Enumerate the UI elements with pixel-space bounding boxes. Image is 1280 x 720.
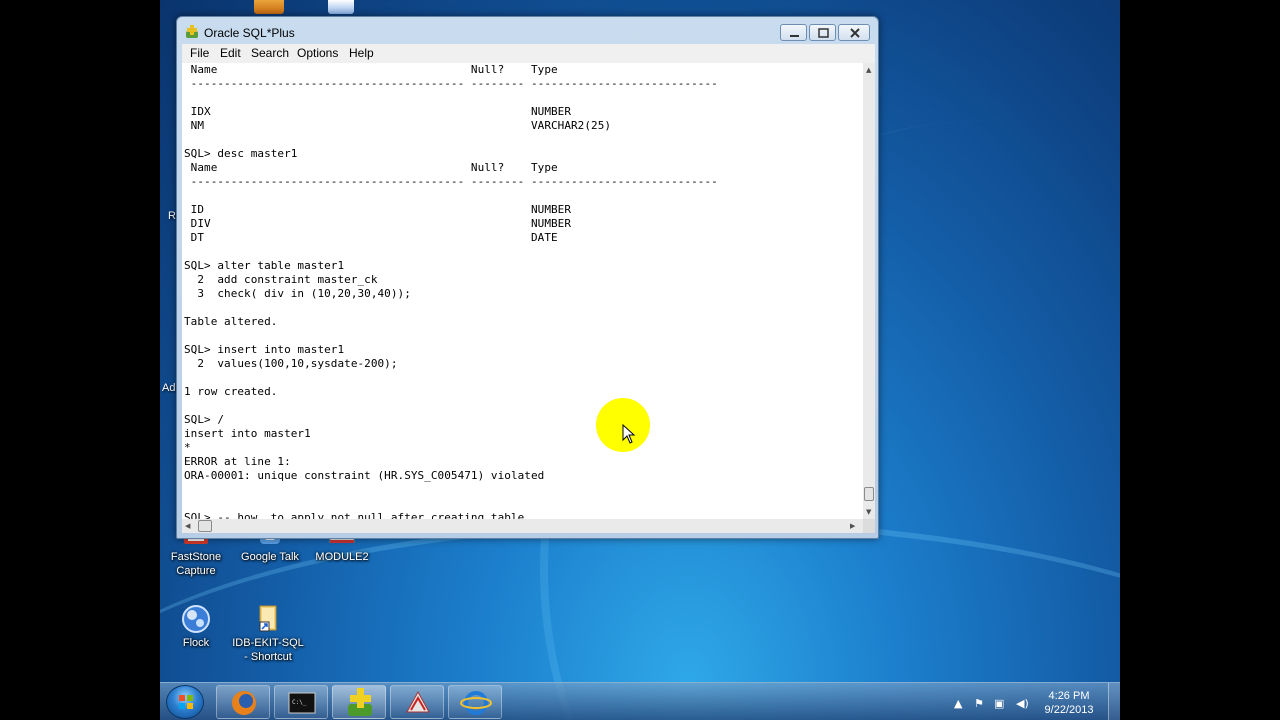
console-line: DT DATE [184, 231, 558, 244]
console-line: SQL> desc master1 [184, 147, 298, 160]
scroll-up-icon[interactable]: ▲ [866, 65, 871, 75]
console-line: 2 add constraint master_ck [184, 273, 378, 286]
console-line: ----------------------------------------… [184, 77, 718, 90]
show-desktop-button[interactable] [1108, 683, 1120, 720]
svg-text:C:\_: C:\_ [292, 699, 307, 706]
console-line: SQL> -- how to apply not null after crea… [184, 511, 525, 519]
flock-icon [178, 604, 214, 634]
horizontal-scrollbar[interactable]: ◀ ▶ [182, 519, 863, 533]
window-titlebar[interactable]: Oracle SQL*Plus [177, 17, 878, 47]
maximize-button[interactable] [809, 24, 836, 41]
minimize-button[interactable] [780, 24, 807, 41]
console-line: IDX NUMBER [184, 105, 572, 118]
clock-time: 4:26 PM [1048, 690, 1090, 702]
horizontal-scroll-thumb[interactable] [198, 520, 212, 532]
console-line: SQL> alter table master1 [184, 259, 345, 272]
start-button[interactable] [166, 685, 204, 719]
console-output: Name Null? Type ------------------------… [184, 63, 718, 519]
taskbar-cmd[interactable]: C:\_ [274, 685, 328, 719]
taskbar: C:\_ ▲ ⚑ ▣ ◀) 4:26 PM 9/22/2013 [160, 682, 1120, 720]
close-icon [850, 28, 860, 38]
console-line: ORA-00001: unique constraint (HR.SYS_C00… [184, 469, 545, 482]
scroll-down-icon[interactable]: ▼ [866, 507, 871, 517]
cmd-icon: C:\_ [288, 692, 316, 714]
minimize-icon [790, 35, 799, 37]
menu-edit[interactable]: Edit [220, 46, 241, 60]
console-line: Name Null? Type [184, 161, 558, 174]
menu-file[interactable]: File [190, 46, 209, 60]
window-title: Oracle SQL*Plus [204, 26, 295, 40]
console-line: NM VARCHAR2(25) [184, 119, 612, 132]
sqlplus-window[interactable]: Oracle SQL*Plus File Edit Search Options… [176, 16, 879, 539]
sqlplus-console[interactable]: Name Null? Type ------------------------… [182, 63, 863, 519]
sqlplus-app-icon [186, 25, 198, 38]
scrollbar-corner [863, 519, 875, 533]
taskbar-internet-explorer[interactable] [448, 685, 502, 719]
desktop-icon-label: FastStone Capture [170, 551, 222, 577]
menu-options[interactable]: Options [297, 46, 338, 60]
desktop-icon-label: Flock [182, 637, 210, 649]
vertical-scrollbar[interactable]: ▲ ▼ [863, 63, 875, 519]
tray-network-icon[interactable]: ▣ [994, 697, 1004, 710]
desktop-icon-label: Google Talk [241, 551, 299, 563]
clock-date: 9/22/2013 [1044, 704, 1094, 716]
maximize-icon [818, 28, 829, 38]
windows-logo-icon [179, 695, 193, 709]
console-line: SQL> insert into master1 [184, 343, 345, 356]
tray-show-hidden-icon[interactable]: ▲ [954, 697, 962, 710]
close-button[interactable] [838, 24, 870, 41]
console-line: DIV NUMBER [184, 217, 572, 230]
edge-letter-r: R [168, 210, 176, 222]
taskbar-winrar[interactable] [390, 685, 444, 719]
console-line: ERROR at line 1: [184, 455, 291, 468]
desktop-icon-idb-ekit-sql[interactable]: IDB-EKIT-SQL - Shortcut [230, 604, 306, 664]
edge-letter-ad: Ad [162, 382, 176, 394]
scroll-right-icon[interactable]: ▶ [850, 521, 855, 531]
firefox-icon [232, 691, 256, 715]
tray-volume-icon[interactable]: ◀) [1016, 697, 1029, 710]
menu-help[interactable]: Help [349, 46, 374, 60]
tray-flag-icon[interactable]: ⚑ [974, 697, 984, 710]
desktop-icon-label: MODULE2 [315, 551, 369, 563]
scroll-left-icon[interactable]: ◀ [185, 521, 190, 531]
console-line: 3 check( div in (10,20,30,40)); [184, 287, 411, 300]
top-icon-1[interactable] [254, 0, 284, 14]
console-line: 2 values(100,10,sysdate-200); [184, 357, 398, 370]
internet-explorer-icon [460, 691, 492, 715]
top-icon-2[interactable] [328, 0, 354, 14]
mouse-pointer-icon [622, 424, 636, 444]
menu-bar: File Edit Search Options Help [182, 44, 875, 63]
menu-search[interactable]: Search [251, 46, 289, 60]
vertical-scroll-thumb[interactable] [864, 487, 874, 501]
sqlplus-icon [348, 688, 372, 716]
taskbar-firefox[interactable] [216, 685, 270, 719]
console-line: ----------------------------------------… [184, 175, 718, 188]
desktop-icon-label: IDB-EKIT-SQL - Shortcut [232, 637, 304, 663]
winrar-icon [406, 690, 430, 713]
console-line: 1 row created. [184, 385, 278, 398]
taskbar-clock[interactable]: 4:26 PM 9/22/2013 [1034, 689, 1104, 717]
folder-shortcut-icon [250, 604, 286, 634]
taskbar-sqlplus[interactable] [332, 685, 386, 719]
console-line: Name Null? Type [184, 63, 558, 76]
console-line: Table altered. [184, 315, 278, 328]
desktop-icon-flock[interactable]: Flock [160, 604, 234, 650]
console-line: ID NUMBER [184, 203, 572, 216]
